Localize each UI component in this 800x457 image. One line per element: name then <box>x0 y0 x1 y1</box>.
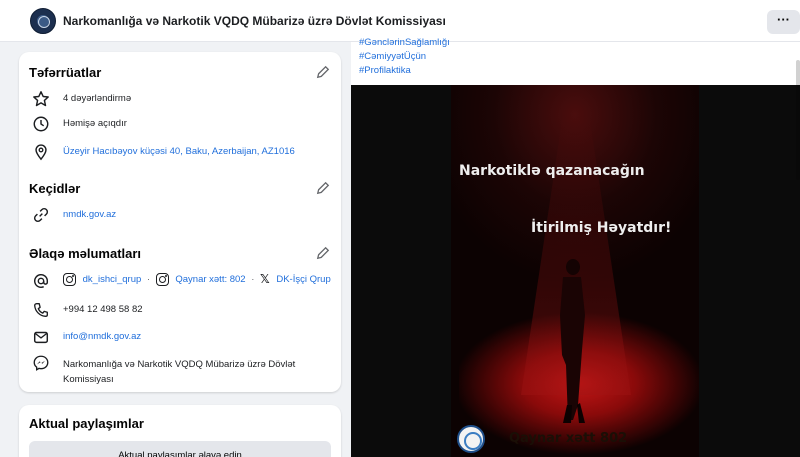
website-link[interactable]: nmdk.gov.az <box>63 209 116 220</box>
scrollbar[interactable] <box>796 60 800 180</box>
email-row[interactable]: info@nmdk.gov.az <box>19 328 341 348</box>
poster-text-line-1: Narkotiklə qazanacağın <box>459 163 645 179</box>
clock-icon <box>33 116 49 132</box>
website-row[interactable]: nmdk.gov.az <box>19 206 341 226</box>
edit-links-icon[interactable] <box>316 181 330 195</box>
poster: Narkotiklə qazanacağın İtirilmiş Həyatdı… <box>451 85 699 457</box>
messenger-line-2: Komissiyası <box>63 374 114 385</box>
instagram-link-1[interactable]: dk_ishci_qrup <box>83 274 142 285</box>
commission-emblem-icon <box>457 425 485 453</box>
phone-row: +994 12 498 58 82 <box>19 301 341 321</box>
social-links: dk_ishci_qrup · Qaynar xətt: 802 · 𝕏 DK-… <box>63 272 331 292</box>
social-row: dk_ishci_qrup · Qaynar xətt: 802 · 𝕏 DK-… <box>19 272 341 292</box>
address-link[interactable]: Üzeyir Hacıbəyov küçəsi 40, Baku, Azerba… <box>63 146 295 157</box>
hashtags: #GənclərinSağlamlığı #CəmiyyətÜçün #Prof… <box>359 36 450 78</box>
separator: · <box>251 273 255 285</box>
poster-text-line-2: İtirilmiş Həyatdır! <box>531 220 672 236</box>
at-icon <box>34 273 49 288</box>
edit-details-icon[interactable] <box>316 65 330 79</box>
page-name[interactable]: Narkomanlığa və Narkotik VQDQ Mübarizə ü… <box>63 14 446 28</box>
hours-row: Həmişə açıqdır <box>19 115 341 135</box>
featured-title: Aktual paylaşımlar <box>29 416 144 431</box>
instagram-icon <box>63 272 76 286</box>
separator: · <box>146 273 151 285</box>
messenger-line-1: Narkomanlığa və Narkotik VQDQ Mübarizə ü… <box>63 359 296 370</box>
link-icon <box>33 207 49 223</box>
map-pin-icon <box>35 144 47 161</box>
messenger-text[interactable]: Narkomanlığa və Narkotik VQDQ Mübarizə ü… <box>63 357 295 387</box>
edit-contacts-icon[interactable] <box>316 246 330 260</box>
hours-text: Həmişə açıqdır <box>63 118 127 129</box>
email-link[interactable]: info@nmdk.gov.az <box>63 331 141 342</box>
hashtag[interactable]: #Profilaktika <box>359 64 450 78</box>
messenger-row[interactable]: Narkomanlığa və Narkotik VQDQ Mübarizə ü… <box>19 354 341 387</box>
post: #GənclərinSağlamlığı #CəmiyyətÜçün #Prof… <box>351 37 800 457</box>
star-icon <box>33 91 49 107</box>
instagram-icon <box>155 272 169 286</box>
phone-text[interactable]: +994 12 498 58 82 <box>63 304 143 315</box>
messenger-icon <box>33 355 49 371</box>
address-row[interactable]: Üzeyir Hacıbəyov küçəsi 40, Baku, Azerba… <box>19 143 341 163</box>
rating-text: 4 dəyərləndirmə <box>63 93 132 104</box>
details-title: Təfərrüatlar <box>29 65 102 80</box>
rating-row: 4 dəyərləndirmə <box>19 90 341 110</box>
links-title: Keçidlər <box>29 181 81 196</box>
intro-card: Təfərrüatlar 4 dəyərləndirmə Həmişə açıq… <box>19 52 341 392</box>
silhouette-figure <box>560 259 585 423</box>
featured-card: Aktual paylaşımlar Aktual paylaşımlar əl… <box>19 405 341 457</box>
poster-hotline: Qaynar xətt 802 <box>509 431 628 446</box>
mail-icon <box>33 331 49 344</box>
x-icon: 𝕏 <box>260 272 270 286</box>
x-link[interactable]: DK-İşçi Qrup <box>276 274 330 285</box>
phone-icon <box>34 303 48 317</box>
post-image[interactable]: Narkotiklə qazanacağın İtirilmiş Həyatdı… <box>351 85 800 457</box>
instagram-link-2[interactable]: Qaynar xətt: 802 <box>175 274 245 285</box>
contacts-title: Əlaqə məlumatları <box>29 246 142 261</box>
hashtag[interactable]: #CəmiyyətÜçün <box>359 50 450 64</box>
more-options-button[interactable]: ··· <box>767 10 800 34</box>
page-logo[interactable] <box>30 8 56 34</box>
hashtag[interactable]: #GənclərinSağlamlığı <box>359 36 450 50</box>
more-icon: ··· <box>777 12 790 27</box>
add-featured-button[interactable]: Aktual paylaşımlar əlavə edin <box>29 441 331 457</box>
